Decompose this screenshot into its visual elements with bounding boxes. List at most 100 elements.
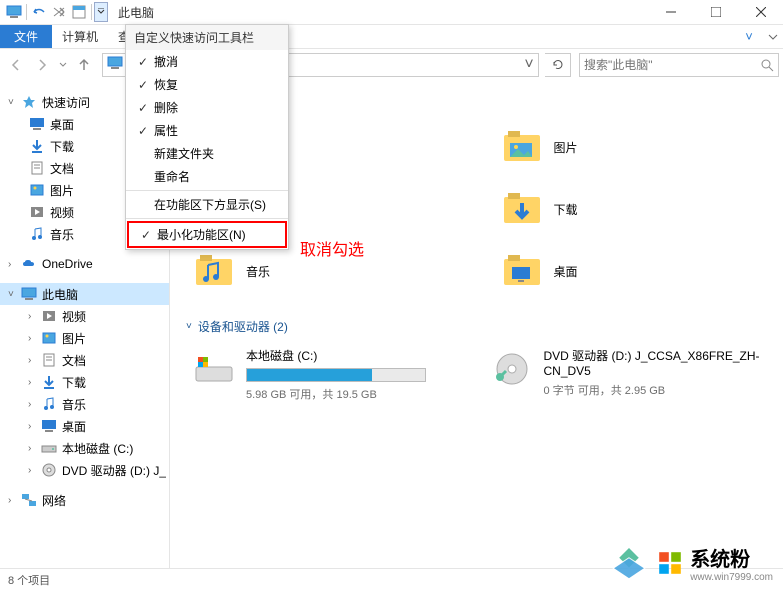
- search-input[interactable]: [584, 58, 760, 72]
- help-dropdown[interactable]: ˅: [735, 29, 763, 44]
- chevron-right-icon[interactable]: ›: [8, 259, 20, 270]
- chevron-down-icon[interactable]: ˅: [8, 289, 20, 300]
- search-icon[interactable]: [760, 58, 774, 72]
- desktop-folder-icon: [500, 249, 544, 293]
- download-icon: [40, 373, 58, 391]
- sidebar-this-pc[interactable]: ˅ 此电脑: [0, 283, 169, 305]
- history-dropdown[interactable]: [56, 53, 70, 77]
- menu-item[interactable]: 新建文件夹: [126, 142, 288, 165]
- drives-section-header[interactable]: ˅ 设备和驱动器 (2): [186, 318, 767, 335]
- chevron-right-icon[interactable]: ›: [28, 443, 40, 454]
- refresh-button[interactable]: [545, 53, 571, 77]
- drive-icon: [192, 347, 236, 391]
- chevron-right-icon[interactable]: ›: [28, 377, 40, 388]
- pc-icon[interactable]: [4, 2, 24, 22]
- menu-item[interactable]: 重命名: [126, 165, 288, 188]
- download-folder-icon: [500, 187, 544, 231]
- back-button[interactable]: [4, 53, 28, 77]
- download-icon: [28, 137, 46, 155]
- properties-icon[interactable]: [69, 2, 89, 22]
- sidebar-item-music[interactable]: ›音乐: [0, 393, 169, 415]
- chevron-right-icon[interactable]: ›: [28, 333, 40, 344]
- dvd-icon: [40, 461, 58, 479]
- minimize-button[interactable]: [648, 0, 693, 25]
- quick-access-toolbar: 此电脑: [0, 2, 154, 22]
- music-folder-icon: [192, 249, 236, 293]
- menu-minimize-ribbon[interactable]: ✓ 最小化功能区(N): [129, 223, 285, 246]
- pc-icon: [20, 285, 38, 303]
- video-icon: [28, 203, 46, 221]
- desktop-icon: [40, 417, 58, 435]
- video-icon: [40, 307, 58, 325]
- menu-item[interactable]: ✓恢复: [126, 73, 288, 96]
- window-title: 此电脑: [118, 4, 154, 21]
- logo-icon: [608, 542, 650, 584]
- address-dropdown-icon[interactable]: ˅: [520, 56, 538, 74]
- folder-download[interactable]: 下载: [500, 182, 768, 236]
- sidebar-item-video[interactable]: ›视频: [0, 305, 169, 327]
- watermark-url: www.win7999.com: [690, 572, 773, 583]
- expand-ribbon-icon[interactable]: [763, 32, 783, 42]
- chevron-right-icon[interactable]: ›: [28, 355, 40, 366]
- document-icon: [28, 159, 46, 177]
- check-icon: ✓: [132, 55, 154, 69]
- chevron-right-icon[interactable]: ›: [8, 495, 20, 506]
- undo-icon[interactable]: [29, 2, 49, 22]
- item-count: 8 个项目: [8, 572, 50, 588]
- chevron-right-icon[interactable]: ›: [28, 421, 40, 432]
- menu-item[interactable]: ✓撤消: [126, 50, 288, 73]
- file-tab[interactable]: 文件: [0, 25, 52, 48]
- ribbon-tabs: 文件 计算机 查看 ˅: [0, 25, 783, 49]
- separator: [126, 218, 288, 219]
- chevron-right-icon[interactable]: ›: [28, 311, 40, 322]
- forward-button[interactable]: [30, 53, 54, 77]
- sidebar-item-picture[interactable]: ›图片: [0, 327, 169, 349]
- qat-dropdown-arrow[interactable]: [94, 2, 108, 22]
- sidebar-item-desktop[interactable]: ›桌面: [0, 415, 169, 437]
- computer-tab[interactable]: 计算机: [52, 25, 108, 48]
- check-icon: ✓: [132, 124, 154, 138]
- chevron-down-icon[interactable]: ˅: [8, 97, 20, 108]
- close-button[interactable]: [738, 0, 783, 25]
- maximize-button[interactable]: [693, 0, 738, 25]
- folder-desktop[interactable]: 桌面: [500, 244, 768, 298]
- desktop-icon: [28, 115, 46, 133]
- menu-show-below[interactable]: 在功能区下方显示(S): [126, 193, 288, 216]
- drive-usage-bar: [246, 368, 426, 382]
- chevron-down-icon: ˅: [186, 321, 192, 332]
- watermark-title: 系统粉: [690, 543, 773, 572]
- check-icon: ✓: [132, 78, 154, 92]
- drive-item[interactable]: DVD 驱动器 (D:) J_CCSA_X86FRE_ZH-CN_DV50 字节…: [490, 347, 768, 402]
- folder-picture[interactable]: 图片: [500, 120, 768, 174]
- sidebar-item-document[interactable]: ›文档: [0, 349, 169, 371]
- annotation-text: 取消勾选: [300, 236, 364, 260]
- picture-icon: [28, 181, 46, 199]
- star-icon: [20, 93, 38, 111]
- search-box[interactable]: [579, 53, 779, 77]
- chevron-right-icon[interactable]: ›: [28, 465, 40, 476]
- music-icon: [28, 225, 46, 243]
- watermark: 系统粉 www.win7999.com: [608, 542, 773, 584]
- window-controls: [648, 0, 783, 25]
- drive-item[interactable]: 本地磁盘 (C:)5.98 GB 可用，共 19.5 GB: [192, 347, 470, 402]
- chevron-right-icon[interactable]: ›: [28, 399, 40, 410]
- cloud-icon: [20, 255, 38, 273]
- drive-icon: [40, 439, 58, 457]
- sidebar-onedrive[interactable]: › OneDrive: [0, 253, 169, 275]
- separator: [126, 190, 288, 191]
- redo-icon[interactable]: [49, 2, 69, 22]
- sidebar-item-download[interactable]: ›下载: [0, 371, 169, 393]
- separator: [91, 4, 92, 20]
- menu-item[interactable]: ✓属性: [126, 119, 288, 142]
- document-icon: [40, 351, 58, 369]
- network-icon: [20, 491, 38, 509]
- menu-item[interactable]: ✓删除: [126, 96, 288, 119]
- check-icon: ✓: [132, 101, 154, 115]
- picture-folder-icon: [500, 125, 544, 169]
- navigation-bar: ˅: [0, 49, 783, 81]
- sidebar-item-drive[interactable]: ›本地磁盘 (C:): [0, 437, 169, 459]
- sidebar-item-dvd[interactable]: ›DVD 驱动器 (D:) J_: [0, 459, 169, 481]
- sidebar-network[interactable]: › 网络: [0, 489, 169, 511]
- up-button[interactable]: [72, 53, 96, 77]
- pc-icon: [107, 56, 125, 74]
